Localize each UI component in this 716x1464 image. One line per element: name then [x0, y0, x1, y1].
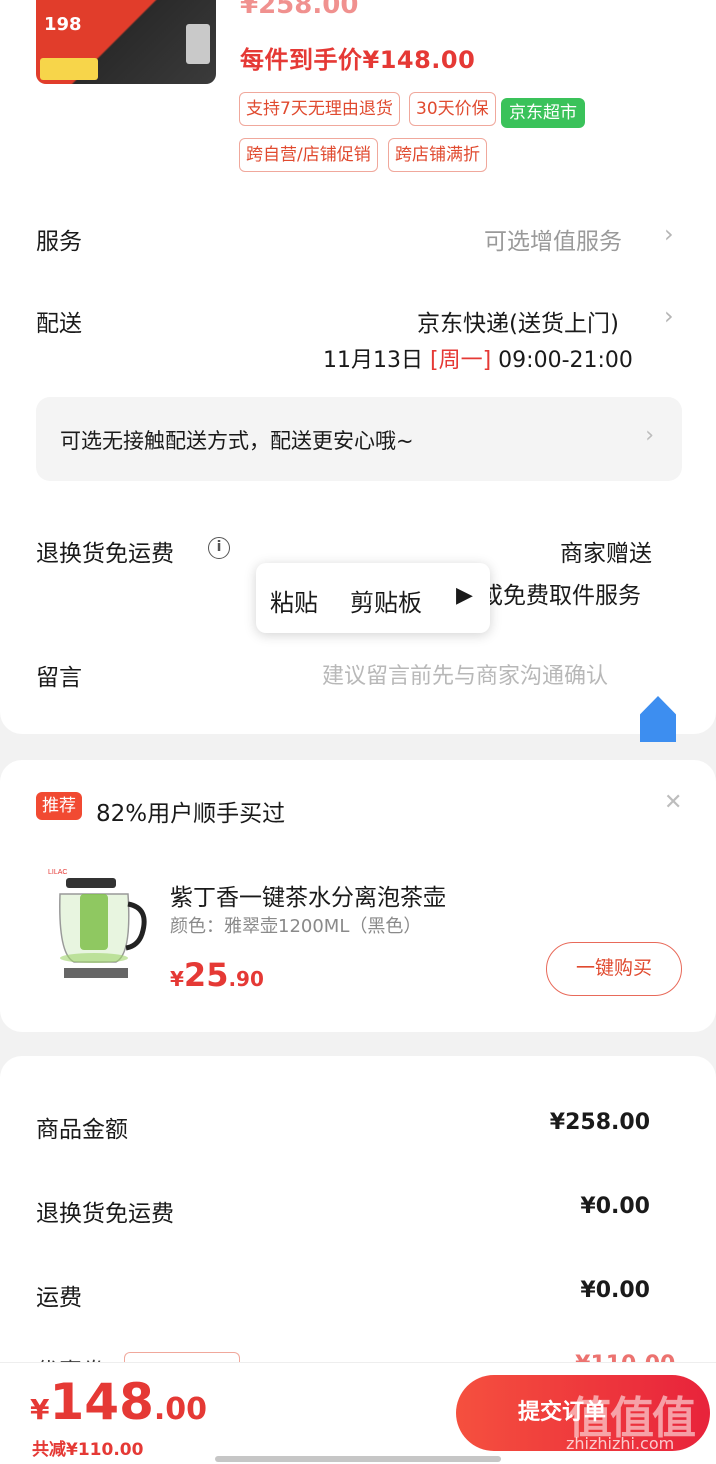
contactless-chevron-icon: ›: [645, 423, 654, 448]
message-input[interactable]: 建议留言前先与商家沟通确认: [322, 658, 608, 690]
total-price-dec: .00: [153, 1392, 208, 1427]
paste-option[interactable]: 粘贴: [270, 583, 318, 618]
delivery-chevron-icon[interactable]: ›: [664, 302, 674, 330]
service-chevron-icon[interactable]: ›: [664, 220, 674, 248]
tag-7day-return: 支持7天无理由退货: [239, 92, 400, 126]
service-label: 服务: [36, 229, 82, 255]
shipping-label: 运费: [36, 1285, 82, 1311]
watermark-url: zhizhizhi.com: [566, 1434, 675, 1453]
recommend-title: 82%用户顺手买过: [96, 801, 286, 827]
tag-cross-store-promo: 跨自营/店铺促销: [239, 138, 378, 172]
close-icon[interactable]: ✕: [664, 790, 682, 815]
product-old-price: ¥258.00: [240, 0, 359, 20]
service-value[interactable]: 可选增值服务: [484, 222, 622, 256]
recommend-price-symbol: ¥: [170, 967, 184, 991]
thumbnail-price-text: 198: [44, 14, 82, 35]
recommend-card: 推荐 82%用户顺手买过 ✕ LILAC 紫丁香一键茶水分离泡茶壶 颜色：雅翠壶…: [0, 760, 716, 1032]
total-price-int: 148: [49, 1373, 154, 1431]
tag-cross-store-discount: 跨店铺满折: [388, 138, 487, 172]
more-arrow-icon[interactable]: ▶: [456, 583, 473, 608]
price-summary-card: 商品金额 ¥258.00 退换货免运费 ¥0.00 运费 ¥0.00: [0, 1056, 716, 1396]
goods-amount-label: 商品金额: [36, 1117, 128, 1143]
svg-text:LILAC: LILAC: [48, 869, 67, 876]
one-click-buy-button[interactable]: 一键购买: [546, 942, 682, 996]
recommend-item-name[interactable]: 紫丁香一键茶水分离泡茶壶: [170, 878, 446, 912]
thumbnail-device: [186, 24, 210, 64]
home-indicator[interactable]: [215, 1456, 501, 1462]
return-label: 退换货免运费: [36, 541, 174, 567]
delivery-label: 配送: [36, 311, 82, 337]
contactless-notice[interactable]: 可选无接触配送方式，配送更安心哦~ ›: [36, 397, 682, 481]
goods-amount-value: ¥258.00: [549, 1110, 650, 1135]
delivery-date: 11月13日: [323, 348, 423, 373]
tag-price-protect: 30天价保: [409, 92, 496, 126]
shipping-value: ¥0.00: [580, 1278, 650, 1303]
total-price: ¥148.00: [30, 1373, 207, 1431]
return-value: 商家赠送: [560, 541, 652, 567]
clipboard-option[interactable]: 剪贴板: [350, 583, 422, 618]
recommend-price-dec: .90: [228, 967, 264, 991]
info-icon[interactable]: i: [208, 537, 230, 559]
total-price-symbol: ¥: [30, 1393, 50, 1426]
product-unit-price: 每件到手价¥148.00: [240, 46, 476, 74]
tag-jd-supermarket: 京东超市: [501, 98, 585, 128]
delivery-weekday: [周一]: [430, 348, 492, 373]
product-thumbnail[interactable]: 198: [36, 0, 216, 84]
recommend-item-price: ¥25.90: [170, 956, 264, 994]
recommend-price-int: 25: [183, 956, 229, 994]
contactless-notice-text: 可选无接触配送方式，配送更安心哦~: [60, 429, 414, 453]
delivery-time-row[interactable]: 11月13日 [周一] 09:00-21:00: [323, 342, 633, 374]
teapot-image[interactable]: LILAC: [46, 864, 150, 980]
return-value-secondary: 或免费取件服务: [480, 583, 641, 609]
thumbnail-sticker: [40, 58, 98, 80]
recommend-badge: 推荐: [36, 792, 82, 820]
return-fee-label: 退换货免运费: [36, 1201, 174, 1227]
delivery-time: 09:00-21:00: [498, 348, 633, 373]
return-fee-value: ¥0.00: [580, 1194, 650, 1219]
delivery-method[interactable]: 京东快递(送货上门): [417, 304, 619, 338]
text-context-menu: 粘贴 剪贴板 ▶: [256, 563, 490, 633]
recommend-item-spec: 颜色：雅翠壶1200ML（黑色）: [170, 916, 422, 937]
message-label: 留言: [36, 665, 82, 691]
total-saved: 共减¥110.00: [32, 1440, 144, 1460]
